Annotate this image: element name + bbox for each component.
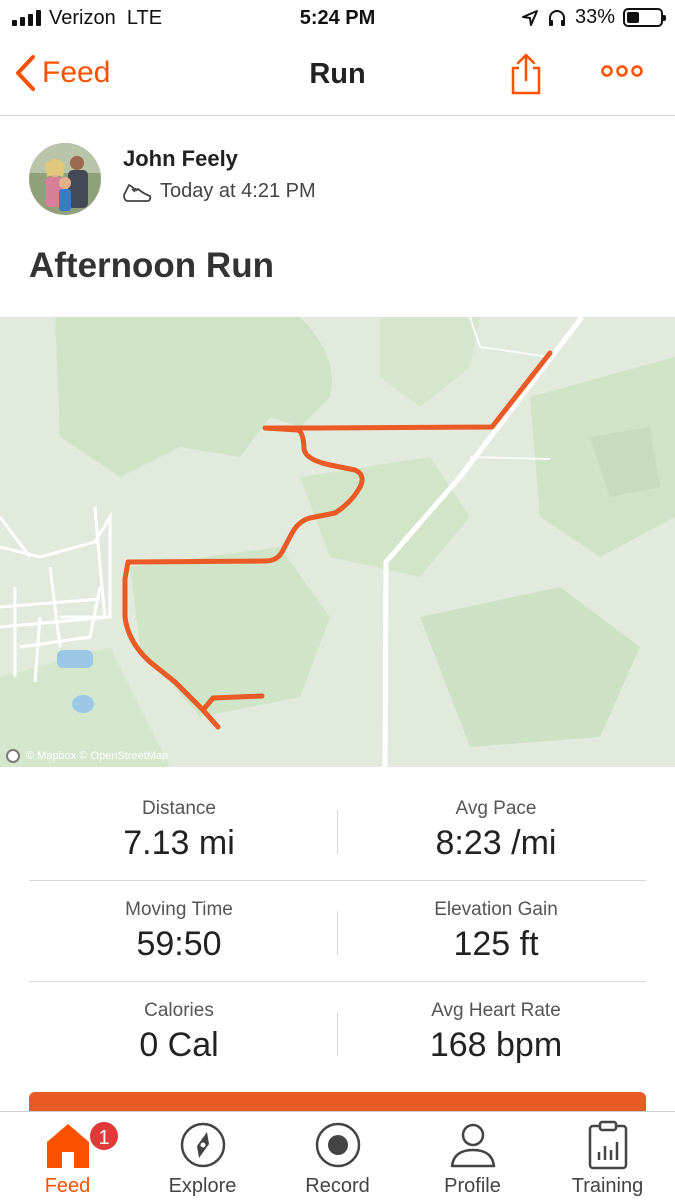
map-attribution[interactable]: © Mapbox © OpenStreetMap [6,749,168,763]
stat-value: 125 ft [453,925,539,963]
stat-divider [337,911,338,955]
stat-label: Avg Heart Rate [431,1000,561,1021]
stat-divider [337,810,338,854]
tab-label: Training [571,1175,644,1197]
stat-value: 59:50 [136,925,222,963]
stat-value: 0 Cal [139,1026,219,1064]
status-right-group: 33% [521,6,666,29]
status-bar: Verizon LTE 5:24 PM 33% [0,0,675,40]
stat-value: 7.13 mi [123,824,235,862]
stat-avg-pace: Avg Pace 8:23 /mi [346,798,646,863]
tab-bar: 1 Feed Explore Record Profile Training [0,1111,675,1200]
share-button[interactable] [508,52,544,101]
activity-timestamp: Today at 4:21 PM [160,180,316,202]
tab-profile[interactable]: Profile [405,1112,540,1200]
stat-label: Avg Pace [455,798,537,819]
share-icon [511,53,541,95]
tab-label: Profile [444,1175,501,1197]
more-icon [601,65,643,77]
stat-label: Moving Time [125,899,233,920]
nav-bar: Feed Run [0,40,675,116]
stat-row: Moving Time 59:50 Elevation Gain 125 ft [29,881,646,982]
stat-avg-heart-rate: Avg Heart Rate 168 bpm [346,1000,646,1065]
stat-calories: Calories 0 Cal [29,1000,329,1065]
battery-icon [623,8,666,27]
location-arrow-icon [521,9,538,26]
stat-moving-time: Moving Time 59:50 [29,899,329,964]
battery-percent: 33% [574,6,615,28]
stat-label: Elevation Gain [434,899,558,920]
compass-icon [180,1122,226,1168]
stat-label: Calories [144,1000,214,1021]
stat-row: Calories 0 Cal Avg Heart Rate 168 bpm [29,982,646,1083]
stat-value: 8:23 /mi [435,824,557,862]
athlete-name[interactable]: John Feely [123,146,238,172]
page-title: Run [309,58,366,90]
map-canvas [0,317,675,767]
headphones-icon [548,9,565,26]
tab-label: Record [305,1175,370,1197]
training-icon [588,1120,628,1170]
tab-feed[interactable]: 1 Feed [0,1112,135,1200]
more-button[interactable] [600,64,644,83]
route-map[interactable]: © Mapbox © OpenStreetMap [0,317,675,767]
notification-badge: 1 [88,1120,120,1152]
stat-label: Distance [142,798,216,819]
mapbox-logo-icon [6,749,20,763]
tab-explore[interactable]: Explore [135,1112,270,1200]
stat-value: 168 bpm [429,1026,563,1064]
stat-distance: Distance 7.13 mi [29,798,329,863]
activity-meta: Today at 4:21 PM [122,180,316,203]
battery-fill [627,12,639,23]
map-attribution-text: © Mapbox © OpenStreetMap [26,750,169,762]
activity-title: Afternoon Run [29,246,274,285]
home-icon [47,1124,89,1168]
profile-icon [450,1123,496,1168]
stat-divider [337,1012,338,1056]
stats-panel: Distance 7.13 mi Avg Pace 8:23 /mi Movin… [29,780,646,1083]
tab-record[interactable]: Record [270,1112,405,1200]
tab-training[interactable]: Training [540,1112,675,1200]
avatar[interactable] [29,143,101,215]
shoe-icon [123,183,152,202]
record-icon [315,1122,361,1168]
stat-elevation-gain: Elevation Gain 125 ft [346,899,646,964]
tab-label: Feed [44,1175,91,1197]
tab-label: Explore [168,1175,237,1197]
stat-row: Distance 7.13 mi Avg Pace 8:23 /mi [29,780,646,881]
